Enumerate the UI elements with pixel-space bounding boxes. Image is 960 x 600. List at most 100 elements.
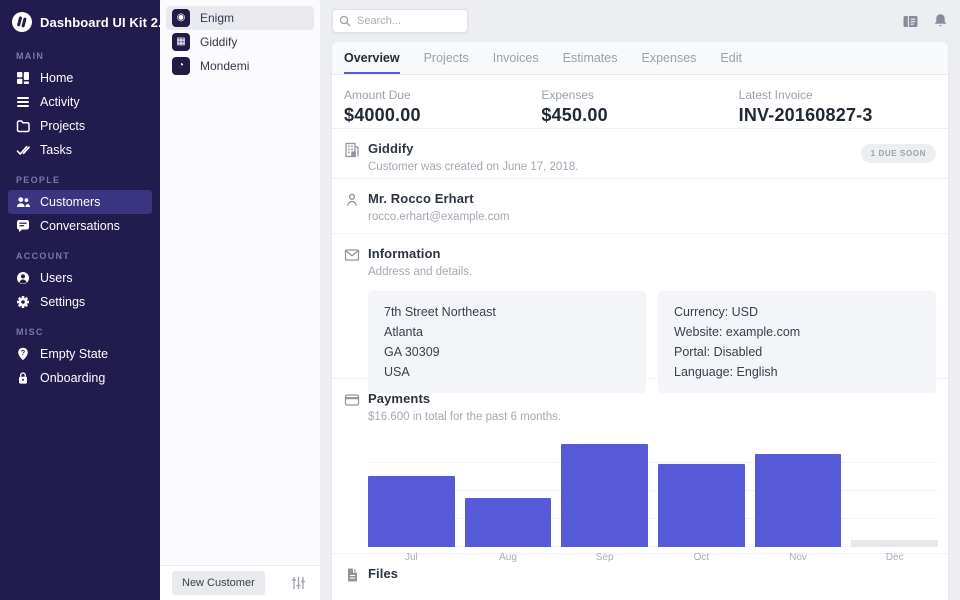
stat-amount-due: Amount Due $4000.00 (344, 88, 541, 128)
customer-avatar: ◔ (172, 57, 190, 75)
settings-icon (16, 295, 30, 309)
sidebar-item-onboarding[interactable]: Onboarding (8, 366, 152, 390)
customer-row-mondemi[interactable]: ◔ Mondemi (166, 54, 314, 78)
address-line: Atlanta (384, 322, 630, 342)
due-soon-badge: 1 DUE SOON (861, 144, 936, 163)
tab-edit[interactable]: Edit (720, 42, 742, 74)
sidebar-item-settings[interactable]: Settings (8, 290, 152, 314)
nav-heading-misc: Misc (16, 327, 144, 337)
customer-row-enigm[interactable]: ◉ Enigm (166, 6, 314, 30)
bar-nov (755, 454, 842, 547)
payments-chart-plot (368, 435, 938, 547)
stat-value: $450.00 (541, 105, 738, 126)
conversations-icon (16, 219, 30, 233)
stat-latest-invoice: Latest Invoice INV-20160827-3 (739, 88, 936, 128)
new-customer-button[interactable]: New Customer (172, 571, 265, 595)
sidebar-item-empty-state[interactable]: ? Empty State (8, 342, 152, 366)
topbar-icons (902, 13, 948, 29)
notifications-button[interactable] (933, 13, 948, 29)
customer-subtitle: Customer was created on June 17, 2018. (368, 161, 861, 173)
search-box (332, 9, 468, 33)
sidebar-item-home[interactable]: Home (8, 66, 152, 90)
bell-icon (933, 13, 948, 29)
filter-button[interactable] (289, 574, 308, 592)
section-files: Files (332, 554, 948, 600)
tab-overview[interactable]: Overview (344, 42, 400, 74)
sidebar-item-label: Activity (40, 95, 80, 109)
building-icon (344, 141, 360, 166)
contact-name: Mr. Rocco Erhart (368, 191, 936, 206)
sidebar-item-activity[interactable]: Activity (8, 90, 152, 114)
sidebar: Dashboard UI Kit 2.0 Main Home Activity … (0, 0, 160, 600)
stat-expenses: Expenses $450.00 (541, 88, 738, 128)
customer-row-giddify[interactable]: ▦ Giddify (166, 30, 314, 54)
customer-panel-footer: New Customer (160, 565, 320, 600)
tab-projects[interactable]: Projects (424, 42, 469, 74)
information-subtitle: Address and details. (368, 266, 936, 278)
sidebar-item-users[interactable]: Users (8, 266, 152, 290)
sidebar-item-label: Onboarding (40, 371, 105, 385)
payments-subtitle: $16.600 in total for the past 6 months. (368, 411, 936, 423)
section-information: Information Address and details. 7th Str… (332, 234, 948, 379)
customer-name: Mondemi (200, 59, 249, 73)
logo-icon (12, 12, 32, 32)
bar-aug (465, 498, 552, 547)
detail-line: Currency: USD (674, 302, 920, 322)
topbar (320, 0, 960, 42)
empty-state-icon: ? (16, 347, 30, 361)
detail-line: Portal: Disabled (674, 342, 920, 362)
sidebar-item-label: Conversations (40, 219, 120, 233)
contact-email: rocco.erhart@example.com (368, 211, 936, 223)
sidebar-item-label: Projects (40, 119, 85, 133)
sidebar-item-label: Users (40, 271, 73, 285)
file-icon (344, 566, 360, 588)
sidebar-item-projects[interactable]: Projects (8, 114, 152, 138)
stat-value: INV-20160827-3 (739, 105, 936, 126)
search-icon (339, 14, 351, 32)
payments-title: Payments (368, 391, 936, 406)
projects-icon (16, 119, 30, 133)
address-line: GA 30309 (384, 342, 630, 362)
stat-label: Amount Due (344, 88, 541, 102)
sidebar-item-label: Customers (40, 195, 100, 209)
section-contact: Mr. Rocco Erhart rocco.erhart@example.co… (332, 179, 948, 234)
tabs-bar: Overview Projects Invoices Estimates Exp… (332, 42, 948, 75)
envelope-icon (344, 246, 360, 366)
customer-list: ◉ Enigm ▦ Giddify ◔ Mondemi (160, 0, 320, 565)
stat-value: $4000.00 (344, 105, 541, 126)
sidebar-item-conversations[interactable]: Conversations (8, 214, 152, 238)
filter-icon (291, 576, 306, 590)
tab-estimates[interactable]: Estimates (563, 42, 618, 74)
sidebar-item-label: Home (40, 71, 73, 85)
sidebar-item-label: Settings (40, 295, 85, 309)
bar-dec (851, 540, 938, 547)
stats-row: Amount Due $4000.00 Expenses $450.00 Lat… (332, 75, 948, 129)
files-title: Files (368, 566, 936, 581)
person-icon (344, 191, 360, 221)
home-icon (16, 71, 30, 85)
address-line: 7th Street Northeast (384, 302, 630, 322)
address-book-button[interactable] (902, 14, 919, 29)
address-book-icon (902, 14, 919, 29)
customer-title: Giddify (368, 141, 861, 156)
bar-oct (658, 464, 745, 547)
section-payments: Payments $16.600 in total for the past 6… (332, 379, 948, 554)
credit-card-icon (344, 391, 360, 541)
tab-invoices[interactable]: Invoices (493, 42, 539, 74)
activity-icon (16, 95, 30, 109)
tab-expenses[interactable]: Expenses (642, 42, 697, 74)
customer-name: Enigm (200, 11, 234, 25)
svg-text:?: ? (21, 350, 25, 357)
sidebar-item-tasks[interactable]: Tasks (8, 138, 152, 162)
tasks-icon (16, 143, 30, 157)
sidebar-item-customers[interactable]: Customers (8, 190, 152, 214)
sidebar-item-label: Tasks (40, 143, 72, 157)
customer-avatar: ▦ (172, 33, 190, 51)
users-icon (16, 271, 30, 285)
bar-sep (561, 444, 648, 547)
search-input[interactable] (332, 9, 468, 33)
nav-heading-account: Account (16, 251, 144, 261)
customers-icon (16, 195, 30, 209)
stat-label: Latest Invoice (739, 88, 936, 102)
detail-card: Overview Projects Invoices Estimates Exp… (332, 42, 948, 600)
